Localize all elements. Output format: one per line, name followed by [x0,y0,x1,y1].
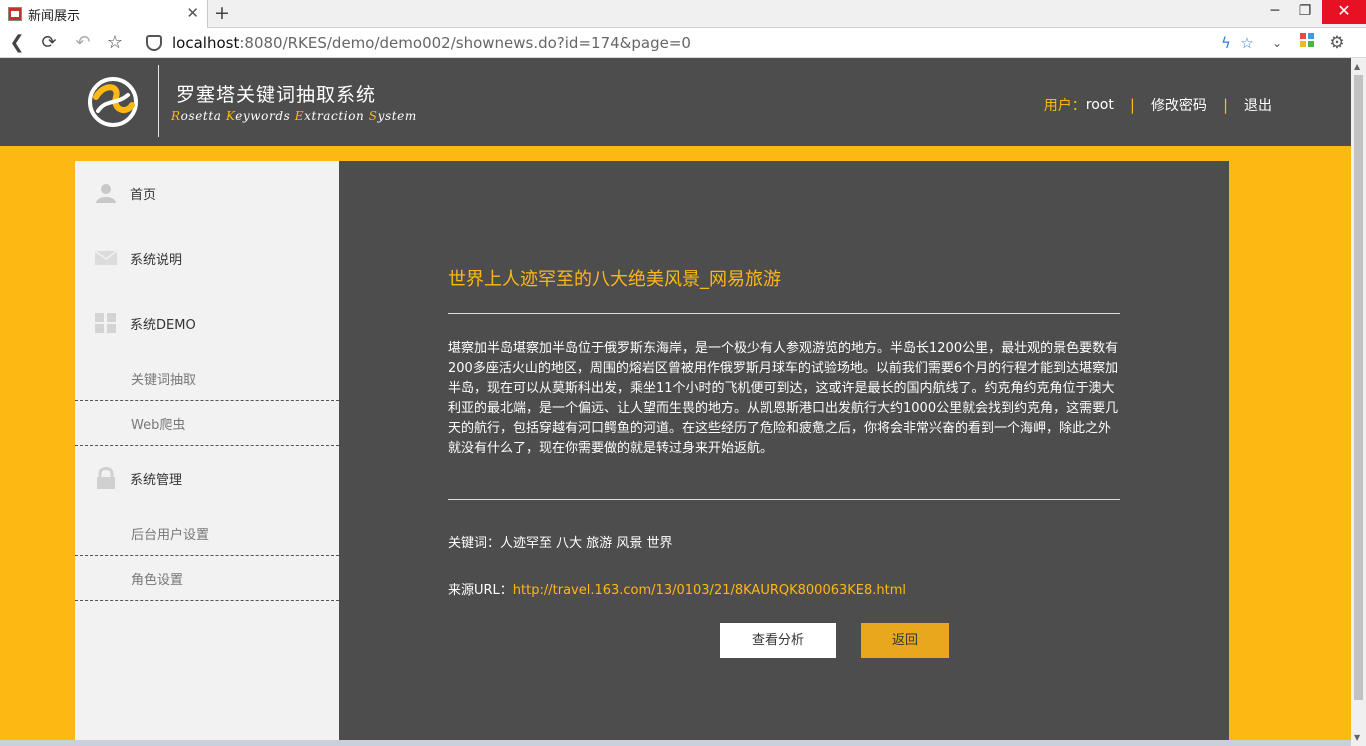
user-label: 用户： [1043,98,1086,114]
app-header: 罗塞塔关键词抽取系统 Rosetta Keywords Extraction S… [0,58,1351,146]
scroll-down-icon[interactable]: ▼ [1354,733,1360,742]
user-menu: 用户： root | 修改密码 | 退出 [1044,95,1272,115]
news-detail-panel: 世界上人迹罕至的八大绝美风景_网易旅游 堪察加半岛堪察加半岛位于俄罗斯东海岸，是… [339,161,1229,746]
apps-icon[interactable] [1297,32,1317,54]
tab-title: 新闻展示 [28,8,81,24]
sidebar-subitem-user-settings[interactable]: 后台用户设置 [75,511,339,556]
browser-nav-bar: ❮ ⟳ ↶ ☆ localhost :8080/RKES/demo/demo00… [0,28,1366,58]
scrollbar-thumb[interactable] [1354,75,1363,700]
app-title: 罗塞塔关键词抽取系统 [176,84,377,106]
lock-icon [97,467,115,489]
sidebar-item-admin[interactable]: 系统管理 [75,458,339,498]
sidebar: 首页 系统说明 系统DEMO 关键词抽取 Web爬虫 系统管理 后台用户设置 角… [75,161,339,746]
sidebar-item-label: 系统管理 [130,472,183,488]
sidebar-subitem-web-crawler[interactable]: Web爬虫 [75,401,339,446]
bookmark-star-icon[interactable]: ☆ [104,32,126,54]
browser-tab[interactable]: 新闻展示 ✕ [0,0,208,28]
keywords-line: 关键词：人迹罕至 八大 旅游 风景 世界 [448,532,673,551]
sidebar-subitem-keyword-extraction[interactable]: 关键词抽取 [75,356,339,401]
divider [448,499,1120,500]
sidebar-item-label: 首页 [130,187,157,203]
tab-close-icon[interactable]: ✕ [186,4,199,22]
back-button[interactable]: 返回 [861,623,949,658]
grid-icon [95,313,116,333]
logo-divider [158,65,159,137]
browser-tab-bar: 新闻展示 ✕ + ─ ❐ ✕ [0,0,1366,28]
sidebar-item-home[interactable]: 首页 [75,173,339,213]
settings-gear-icon[interactable]: ⚙ [1327,32,1347,54]
keywords-label: 关键词： [448,536,501,551]
sidebar-item-demo[interactable]: 系统DEMO [75,303,339,343]
minimize-icon[interactable]: ─ [1260,0,1290,24]
back-icon[interactable]: ❮ [6,32,28,54]
sidebar-subitem-role-settings[interactable]: 角色设置 [75,556,339,601]
url-path: :8080/RKES/demo/demo002/shownews.do?id=1… [239,34,691,52]
app-subtitle: Rosetta Keywords Extraction System [171,109,417,123]
keywords-value: 人迹罕至 八大 旅游 风景 世界 [500,536,673,551]
envelope-icon [95,250,117,265]
new-tab-icon[interactable]: + [212,2,232,24]
reload-icon[interactable]: ⟳ [38,32,60,54]
view-analysis-button[interactable]: 查看分析 [720,623,836,658]
dropdown-icon[interactable]: ⌄ [1267,32,1287,54]
lightning-icon[interactable]: ϟ [1216,32,1236,54]
user-name[interactable]: root [1086,97,1114,113]
sidebar-item-label: 系统说明 [130,252,183,268]
source-url-link[interactable]: http://travel.163.com/13/0103/21/8KAURQK… [513,583,906,598]
undo-icon[interactable]: ↶ [72,32,94,54]
favorite-icon[interactable]: ☆ [1237,32,1257,54]
url-host: localhost [172,34,240,52]
page-scrollbar[interactable]: ▲ ▼ [1351,58,1366,746]
maximize-icon[interactable]: ❐ [1290,0,1320,24]
article-title: 世界上人迹罕至的八大绝美风景_网易旅游 [448,269,781,290]
change-password-link[interactable]: 修改密码 [1151,95,1207,115]
window-close-icon[interactable]: ✕ [1322,0,1366,24]
article-body: 堪察加半岛堪察加半岛位于俄罗斯东海岸，是一个极少有人参观游览的地方。半岛长120… [448,341,1119,456]
divider [448,313,1120,314]
taskbar-strip [0,740,1351,746]
sidebar-item-label: 系统DEMO [130,317,196,333]
user-icon [96,184,116,203]
shield-icon [146,35,162,51]
scroll-up-icon[interactable]: ▲ [1354,62,1360,71]
favicon-icon [8,7,22,21]
address-bar[interactable]: localhost :8080/RKES/demo/demo002/showne… [140,31,1265,55]
sidebar-item-intro[interactable]: 系统说明 [75,238,339,278]
source-label: 来源URL： [448,583,513,598]
separator: | [1222,96,1228,114]
source-line: 来源URL：http://travel.163.com/13/0103/21/8… [448,579,906,598]
logout-link[interactable]: 退出 [1244,95,1272,115]
separator: | [1129,96,1135,114]
rosetta-logo-icon [88,77,138,127]
